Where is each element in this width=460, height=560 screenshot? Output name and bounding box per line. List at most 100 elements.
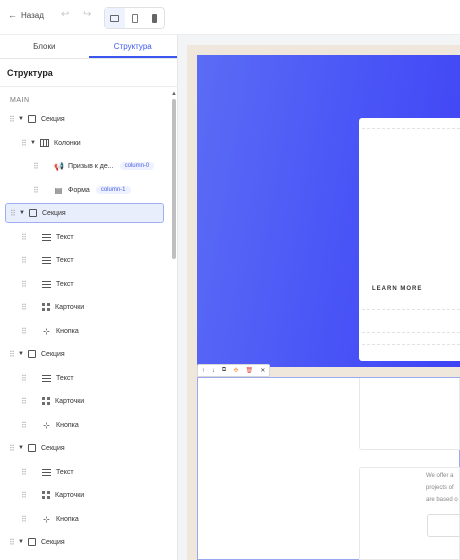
caret-down-icon[interactable]: ▼ bbox=[17, 445, 25, 451]
tree-item[interactable]: ⠿ ▼ Секция bbox=[9, 344, 159, 364]
arrow-left-icon: ← bbox=[8, 10, 17, 20]
tree-item-label: Секция bbox=[42, 209, 66, 217]
drag-handle-icon[interactable]: ⠿ bbox=[21, 468, 29, 477]
grid-icon bbox=[42, 303, 50, 311]
tree-item-label: Форма bbox=[68, 186, 90, 194]
tab-structure[interactable]: Структура bbox=[88, 35, 177, 58]
tree-item[interactable]: ⠿ ▤ Форма column-1 bbox=[9, 180, 159, 200]
tree-item[interactable]: ⠿ Карточки bbox=[9, 391, 159, 411]
desktop-view-button[interactable] bbox=[105, 8, 125, 28]
text-icon bbox=[42, 468, 51, 476]
caret-down-icon[interactable]: ▼ bbox=[29, 140, 37, 146]
divider bbox=[0, 86, 178, 87]
column-badge: column-1 bbox=[95, 186, 131, 194]
drag-handle-icon[interactable]: ⠿ bbox=[10, 209, 18, 218]
drag-handle-icon[interactable]: ⠿ bbox=[21, 280, 29, 289]
structure-panel: Блоки Структура Структура MAIN ⠿ ▼ Секция ⠿… bbox=[0, 35, 178, 560]
back-button[interactable]: ← Назад bbox=[8, 10, 44, 20]
card[interactable] bbox=[359, 378, 460, 450]
text-icon bbox=[42, 280, 51, 288]
tree-item[interactable]: ⠿ ⊹ Кнопка bbox=[9, 509, 159, 529]
tree-item-label: Кнопка bbox=[56, 421, 79, 429]
text-icon bbox=[42, 233, 51, 241]
drag-handle-icon[interactable]: ⠿ bbox=[21, 491, 29, 500]
tree-item-label: Текст bbox=[56, 468, 74, 476]
drag-handle-icon[interactable]: ⠿ bbox=[21, 327, 29, 336]
drag-handle-icon[interactable]: ⠿ bbox=[21, 515, 29, 524]
back-button-label: Назад bbox=[21, 10, 44, 20]
panel-tabs: Блоки Структура bbox=[0, 35, 177, 59]
undo-icon[interactable]: ↩ bbox=[61, 9, 69, 20]
move-down-icon[interactable]: ↓ bbox=[212, 368, 215, 374]
tree-item[interactable]: ⠿ Текст bbox=[9, 462, 159, 482]
drag-handle-icon[interactable]: ⠿ bbox=[21, 233, 29, 242]
tree-item[interactable]: ⠿ Текст bbox=[9, 250, 159, 270]
drag-handle-icon[interactable]: ⠿ bbox=[9, 444, 17, 453]
grid-icon bbox=[42, 397, 50, 405]
drag-handle-icon[interactable]: ⠿ bbox=[9, 538, 17, 547]
redo-icon[interactable]: ↪ bbox=[83, 9, 91, 20]
drag-handle-icon[interactable]: ⠿ bbox=[21, 397, 29, 406]
scroll-up-icon[interactable]: ▲ bbox=[171, 91, 177, 97]
tree-item[interactable]: ⠿ ▼ Колонки bbox=[9, 133, 159, 153]
move-icon[interactable]: ✣ bbox=[233, 367, 238, 374]
divider bbox=[362, 332, 460, 333]
divider bbox=[362, 128, 460, 129]
close-icon[interactable]: ✕ bbox=[260, 367, 265, 374]
hero-card[interactable] bbox=[359, 118, 460, 361]
drag-handle-icon[interactable]: ⠿ bbox=[9, 115, 17, 124]
drag-handle-icon[interactable]: ⠿ bbox=[33, 162, 41, 171]
tree-item-label: Призыв к де... bbox=[68, 162, 114, 170]
tree-item[interactable]: ⠿ Текст bbox=[9, 227, 159, 247]
tree-item-label: Кнопка bbox=[56, 327, 79, 335]
tree-item[interactable]: ⠿ Текст bbox=[9, 368, 159, 388]
device-switcher bbox=[104, 7, 165, 29]
learn-more-link[interactable]: LEARN MORE bbox=[372, 286, 422, 292]
tree-item-label: Секция bbox=[41, 444, 65, 452]
tree-item[interactable]: ⠿ ▼ Секция bbox=[5, 203, 164, 223]
drag-handle-icon[interactable]: ⠿ bbox=[21, 374, 29, 383]
drag-handle-icon[interactable]: ⠿ bbox=[21, 303, 29, 312]
card-text-line: projects of bbox=[426, 485, 454, 491]
tree-item-label: Секция bbox=[41, 115, 65, 123]
drag-handle-icon[interactable]: ⠿ bbox=[21, 256, 29, 265]
tree-item-label: Текст bbox=[56, 233, 74, 241]
caret-down-icon[interactable]: ▼ bbox=[17, 116, 25, 122]
divider bbox=[362, 344, 460, 345]
tree-item-label: Карточки bbox=[55, 303, 85, 311]
panel-title: Структура bbox=[7, 68, 53, 78]
scrollbar[interactable]: ▲ bbox=[171, 91, 177, 560]
caret-down-icon[interactable]: ▼ bbox=[17, 351, 25, 357]
tree-item[interactable]: ⠿ ⊹ Кнопка bbox=[9, 415, 159, 435]
caret-down-icon[interactable]: ▼ bbox=[18, 210, 26, 216]
mobile-view-button[interactable] bbox=[144, 8, 164, 28]
tree-item[interactable]: ⠿ Текст bbox=[9, 274, 159, 294]
delete-icon[interactable]: 🗑 bbox=[246, 367, 254, 374]
drag-handle-icon[interactable]: ⠿ bbox=[9, 350, 17, 359]
square-icon bbox=[28, 444, 36, 452]
tree-item-label: Секция bbox=[41, 350, 65, 358]
tree-item[interactable]: ⠿ Карточки bbox=[9, 485, 159, 505]
tablet-icon bbox=[131, 13, 138, 23]
tree-item[interactable]: ⠿ ▼ Секция bbox=[9, 438, 159, 458]
square-icon bbox=[28, 538, 36, 546]
tab-blocks[interactable]: Блоки bbox=[0, 35, 89, 58]
tree-item[interactable]: ⠿ ⊹ Кнопка bbox=[9, 321, 159, 341]
drag-handle-icon[interactable]: ⠿ bbox=[33, 186, 41, 195]
move-up-icon[interactable]: ↑ bbox=[202, 368, 205, 374]
drag-handle-icon[interactable]: ⠿ bbox=[21, 421, 29, 430]
scrollbar-thumb[interactable] bbox=[172, 99, 176, 259]
tree-item[interactable]: ⠿ ▼ Секция bbox=[9, 109, 159, 129]
desktop-icon bbox=[110, 14, 120, 22]
tree-item[interactable]: ⠿ 📢 Призыв к де... column-0 bbox=[9, 156, 159, 176]
megaphone-icon: 📢 bbox=[54, 161, 64, 171]
drag-handle-icon[interactable]: ⠿ bbox=[21, 139, 29, 148]
caret-down-icon[interactable]: ▼ bbox=[17, 539, 25, 545]
section-toolbar: ↑ ↓ ⧉ ✣ 🗑 ✕ bbox=[197, 364, 270, 377]
columns-icon bbox=[40, 139, 49, 147]
card-button[interactable] bbox=[427, 514, 460, 537]
tablet-view-button[interactable] bbox=[125, 8, 145, 28]
tree-item[interactable]: ⠿ ▼ Секция bbox=[9, 532, 159, 552]
duplicate-icon[interactable]: ⧉ bbox=[222, 367, 226, 374]
tree-item[interactable]: ⠿ Карточки bbox=[9, 297, 159, 317]
